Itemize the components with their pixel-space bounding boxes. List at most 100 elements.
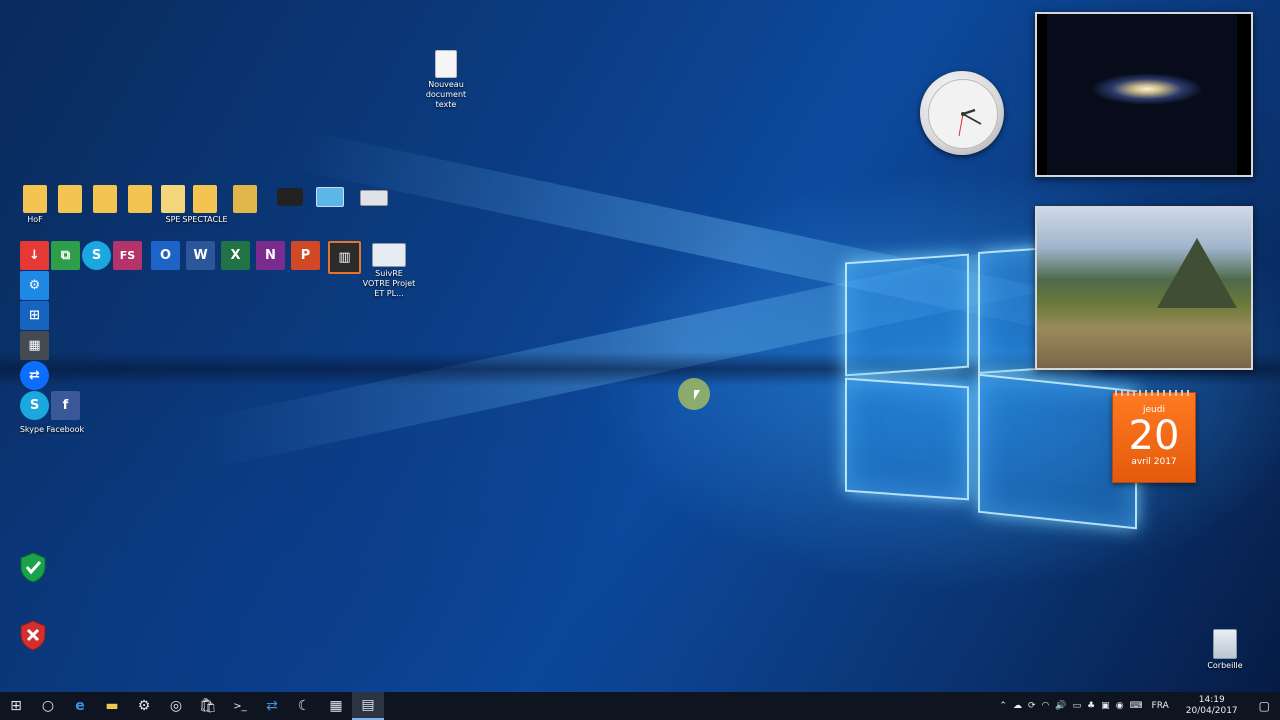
tile-glyph: O — [159, 248, 172, 263]
tile-glyph: ⧉ — [60, 248, 71, 263]
text-file-icon — [435, 50, 457, 78]
network-folder-icon — [233, 185, 257, 213]
system-tray: ⌃ ☁ ⟳ ◠ 🔊 ▭ ♣ ▣ ◉ ⌨ FRA 14:19 20/04/2017… — [996, 692, 1280, 720]
show-hidden-icons-icon[interactable]: ⌃ — [996, 701, 1010, 711]
desktop-icon-hof[interactable]: HoF — [22, 185, 48, 225]
desktop-icon-spectacle[interactable]: SPECTACLE — [182, 185, 228, 225]
shield-check-icon[interactable] — [18, 551, 48, 583]
media-button[interactable]: ◎ — [160, 692, 192, 720]
taskbar-clock[interactable]: 14:19 20/04/2017 — [1175, 695, 1249, 717]
desktop-icon-label: SuivRE VOTRE Projet ET PL... — [362, 269, 416, 298]
desktop-icon-onedrive[interactable] — [57, 185, 83, 213]
store-button[interactable]: 🛍 — [192, 692, 224, 720]
photo-border — [1237, 14, 1251, 175]
tile-glyph: ⇄ — [29, 368, 40, 383]
cortana-icon: ○ — [41, 698, 55, 714]
teamviewer-button[interactable]: ⇄ — [256, 692, 288, 720]
tile-glyph: ⚙ — [28, 278, 41, 293]
wifi-icon[interactable]: ◠ — [1039, 701, 1053, 711]
action-center-icon[interactable]: ▢ — [1249, 699, 1280, 713]
keyboard-icon[interactable]: ⌨ — [1127, 701, 1146, 711]
teamviewer-icon[interactable]: ⇄ — [20, 361, 49, 390]
powerpoint-icon[interactable]: P — [291, 241, 320, 270]
skype-icon[interactable]: S — [20, 391, 49, 420]
sync-tray-icon[interactable]: ⟳ — [1025, 701, 1039, 711]
recycle-bin[interactable]: Corbeille — [1204, 629, 1246, 671]
desktop-icon-downloads[interactable] — [92, 185, 118, 213]
snipping-button[interactable]: ☾ — [288, 692, 320, 720]
terminal-button[interactable]: >_ — [224, 692, 256, 720]
fs-app-icon[interactable]: FS — [113, 241, 142, 270]
calculator-button[interactable]: ▦ — [320, 692, 352, 720]
clock-face — [928, 79, 998, 149]
drive-icon — [360, 190, 388, 206]
recycle-bin-icon — [1213, 629, 1237, 659]
taskbar: ⊞ ○ e ▬ ⚙ ◎ 🛍 >_ ⇄ ☾ ▦ ▤ ⌃ ☁ ⟳ ◠ 🔊 ▭ ♣ ▣… — [0, 692, 1280, 720]
calendar-rings — [1115, 390, 1193, 396]
settings-icon[interactable]: ⚙ — [20, 271, 49, 300]
record-tray-icon[interactable]: ◉ — [1113, 701, 1127, 711]
battery-icon[interactable]: ▭ — [1070, 701, 1085, 711]
excel-icon[interactable]: X — [221, 241, 250, 270]
download-app-icon[interactable]: ↓ — [20, 241, 49, 270]
outlook-icon[interactable]: O — [151, 241, 180, 270]
calendar-widget[interactable]: jeudi 20 avril 2017 — [1112, 390, 1196, 483]
calculator-icon: ▦ — [329, 698, 343, 714]
tile-glyph: f — [62, 398, 69, 413]
network-tray-icon[interactable]: ☁ — [1010, 701, 1025, 711]
calendar-day-number: 20 — [1128, 413, 1180, 459]
desktop-icon-text-document[interactable]: Nouveau document texte — [416, 50, 476, 110]
desktop-icon-computer[interactable] — [316, 187, 344, 207]
desktop-icon-label: Skype Facebook — [19, 425, 85, 434]
defender-tray-icon[interactable]: ♣ — [1084, 701, 1098, 711]
desktop-icon-suivre-projet[interactable]: SuivRE VOTRE Projet ET PL... — [362, 243, 416, 299]
file-explorer-button[interactable]: ▬ — [96, 692, 128, 720]
edge-button[interactable]: e — [64, 692, 96, 720]
skype-app-icon[interactable]: S — [82, 241, 111, 270]
mountain-photo-widget[interactable] — [1035, 206, 1253, 370]
desktop-icon-label: SPECTACLE — [182, 215, 228, 224]
desktop-icon-printer[interactable] — [276, 188, 304, 206]
cortana-button[interactable]: ○ — [32, 692, 64, 720]
calculator-icon[interactable]: ▦ — [20, 331, 49, 360]
notepad-button[interactable]: ▤ — [352, 692, 384, 720]
mouse-cursor-icon — [694, 390, 700, 400]
notepad-icon: ▤ — [361, 697, 375, 713]
tile-glyph: P — [300, 248, 311, 263]
start-button[interactable]: ⊞ — [0, 692, 32, 720]
volume-icon[interactable]: 🔊 — [1052, 701, 1069, 711]
media-icon: ◎ — [169, 698, 183, 714]
desktop-icon-label: Nouveau document texte — [425, 80, 467, 109]
library-app-icon[interactable]: ▥ — [328, 241, 361, 274]
folder-icon — [193, 185, 217, 213]
start-icon: ⊞ — [10, 698, 22, 714]
windows-logo-pane — [845, 377, 969, 501]
desktop-icon-network[interactable] — [232, 185, 258, 213]
tile-glyph: S — [29, 398, 40, 413]
tile-glyph: ▦ — [28, 338, 41, 353]
desktop: Nouveau document texte HoF SPE SPECTACLE… — [0, 0, 1280, 692]
tile-glyph: W — [193, 248, 208, 263]
downloads-folder-icon — [93, 185, 117, 213]
tile-glyph: ⊞ — [29, 308, 40, 323]
store-icon: 🛍 — [199, 698, 217, 714]
sheets-app-icon[interactable]: ⧉ — [51, 241, 80, 270]
desktop-icon-drive[interactable] — [360, 190, 388, 206]
word-icon[interactable]: W — [186, 241, 215, 270]
language-indicator[interactable]: FRA — [1146, 701, 1175, 711]
onenote-icon[interactable]: N — [256, 241, 285, 270]
tile-glyph: X — [230, 248, 241, 263]
documents-folder-icon — [128, 185, 152, 213]
facebook-icon[interactable]: f — [51, 391, 80, 420]
galaxy-photo-widget[interactable] — [1035, 12, 1253, 177]
display-tray-icon[interactable]: ▣ — [1098, 701, 1113, 711]
desktop-icon-documents[interactable] — [127, 185, 153, 213]
edge-icon: e — [75, 698, 85, 714]
folder-icon — [161, 185, 185, 213]
tile-glyph: ↓ — [29, 248, 40, 263]
settings-icon: ⚙ — [137, 698, 151, 714]
settings-button[interactable]: ⚙ — [128, 692, 160, 720]
shield-x-icon[interactable] — [18, 619, 48, 651]
store-icon[interactable]: ⊞ — [20, 301, 49, 330]
clock-widget[interactable] — [920, 71, 1004, 155]
